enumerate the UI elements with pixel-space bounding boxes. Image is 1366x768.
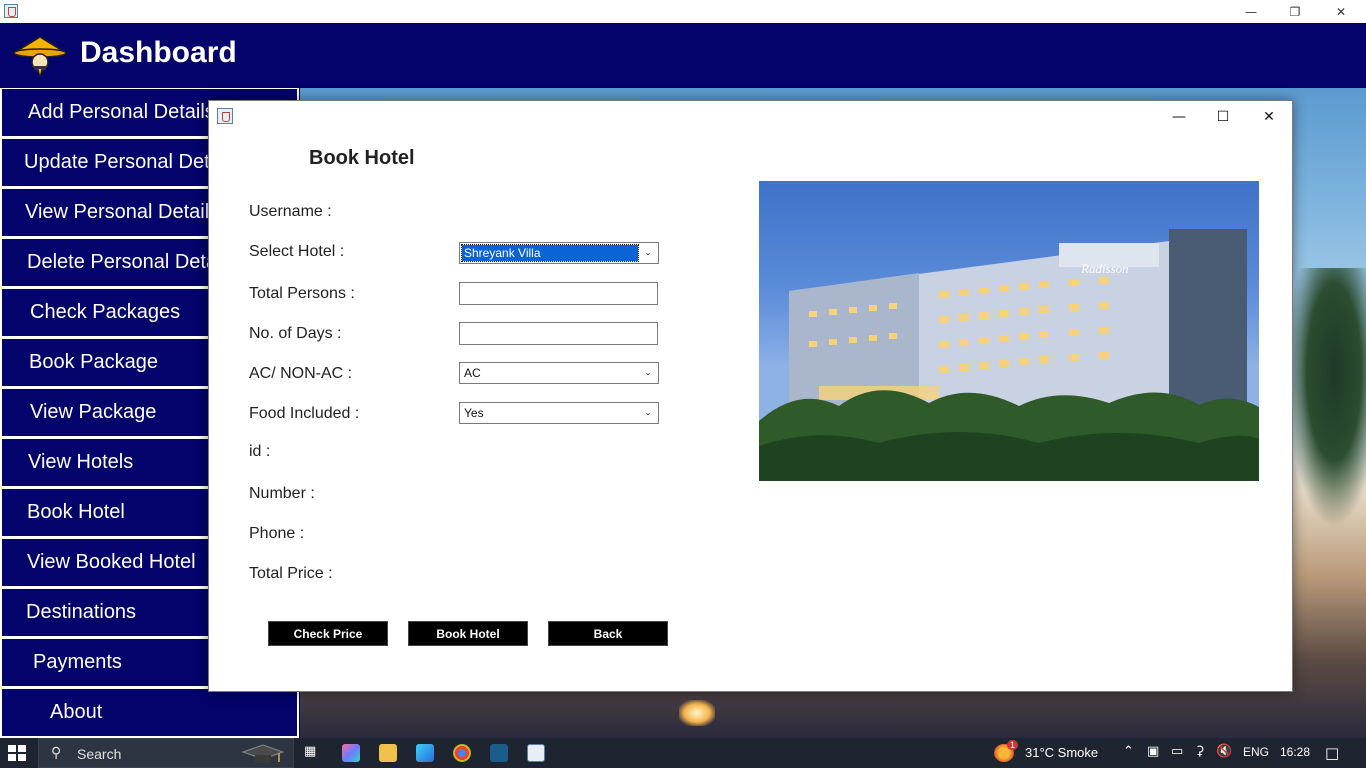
hotel-select[interactable]: Shreyank Villa ⌄ xyxy=(459,242,659,264)
total-persons-label: Total Persons : xyxy=(249,285,355,302)
volume-muted-icon[interactable]: 🔇 xyxy=(1216,744,1232,759)
total-persons-input[interactable] xyxy=(459,282,658,305)
chevron-down-icon: ⌄ xyxy=(644,248,652,258)
notification-icon[interactable]: □ xyxy=(1325,744,1339,762)
chevron-down-icon: ⌄ xyxy=(644,368,652,378)
food-label: Food Included : xyxy=(249,405,360,422)
sublime-text-icon[interactable] xyxy=(490,744,508,762)
browser-app-icon[interactable] xyxy=(416,744,434,762)
task-view-icon[interactable]: ▦ xyxy=(304,744,316,759)
hotel-sign-text: Radisson xyxy=(1080,261,1129,276)
chevron-down-icon: ⌄ xyxy=(644,408,652,418)
search-label: Search xyxy=(77,746,122,762)
clock[interactable]: 16:28 xyxy=(1280,745,1310,759)
ac-label: AC/ NON-AC : xyxy=(249,365,353,382)
battery-icon[interactable]: ▭ xyxy=(1171,744,1183,759)
hotel-select-value: Shreyank Villa xyxy=(461,244,639,262)
palm-tree-decoration xyxy=(1286,268,1366,528)
java-app-icon xyxy=(217,108,233,124)
phone-label: Phone : xyxy=(249,525,305,542)
sidebar-item-about[interactable]: About xyxy=(0,688,299,738)
days-label: No. of Days : xyxy=(249,325,342,342)
file-explorer-icon[interactable] xyxy=(379,744,397,762)
windows-start-icon[interactable] xyxy=(8,745,26,761)
book-hotel-dialog: — ☐ ✕ Book Hotel Username : Select Hotel… xyxy=(208,100,1293,692)
outer-close-button[interactable]: ✕ xyxy=(1318,0,1364,23)
book-hotel-button[interactable]: Book Hotel xyxy=(408,621,528,646)
dialog-close-button[interactable]: ✕ xyxy=(1246,103,1292,131)
ac-select[interactable]: AC ⌄ xyxy=(459,362,659,384)
language-indicator[interactable]: ENG xyxy=(1243,745,1269,759)
copilot-icon[interactable] xyxy=(342,744,360,762)
outer-titlebar: — ❐ ✕ xyxy=(0,0,1366,23)
traveler-hat-logo-icon xyxy=(12,36,68,78)
chrome-icon[interactable] xyxy=(453,744,471,762)
chevron-up-icon[interactable]: ⌃ xyxy=(1123,744,1134,759)
weather-badge: 1 xyxy=(1007,740,1019,750)
taskbar: ⚲ Search ▦ 1 31°C Smoke ⌃ ▣ ▭ ⚳ 🔇 ENG 16… xyxy=(0,738,1366,768)
search-icon: ⚲ xyxy=(51,745,62,761)
dialog-maximize-button[interactable]: ☐ xyxy=(1200,103,1246,131)
hotel-building-image: Radisson xyxy=(759,229,1259,481)
hotel-photo: Radisson xyxy=(759,181,1259,481)
java-app-icon xyxy=(4,4,18,18)
username-label: Username : xyxy=(249,203,332,220)
lamp-decoration xyxy=(679,700,715,726)
page-title: Dashboard xyxy=(80,36,237,69)
id-label: id : xyxy=(249,443,271,460)
select-hotel-label: Select Hotel : xyxy=(249,243,345,260)
dialog-minimize-button[interactable]: — xyxy=(1156,103,1202,131)
taskbar-search-box[interactable]: ⚲ Search xyxy=(38,738,294,768)
weather-text[interactable]: 31°C Smoke xyxy=(1025,745,1098,760)
total-price-label: Total Price : xyxy=(249,565,333,582)
ac-select-value: AC xyxy=(464,366,481,380)
food-select-value: Yes xyxy=(464,406,484,420)
number-label: Number : xyxy=(249,485,315,502)
check-price-button[interactable]: Check Price xyxy=(268,621,388,646)
meet-icon[interactable]: ▣ xyxy=(1147,744,1159,759)
outer-minimize-button[interactable]: — xyxy=(1228,0,1274,23)
back-button[interactable]: Back xyxy=(548,621,668,646)
days-input[interactable] xyxy=(459,322,658,345)
wifi-icon[interactable]: ⚳ xyxy=(1195,744,1205,759)
java-app-taskbar-icon[interactable] xyxy=(527,744,545,762)
form-title: Book Hotel xyxy=(309,147,415,169)
graduation-cap-icon xyxy=(241,744,285,763)
food-select[interactable]: Yes ⌄ xyxy=(459,402,659,424)
dashboard-header: Dashboard xyxy=(0,23,1366,88)
outer-restore-button[interactable]: ❐ xyxy=(1272,0,1318,23)
